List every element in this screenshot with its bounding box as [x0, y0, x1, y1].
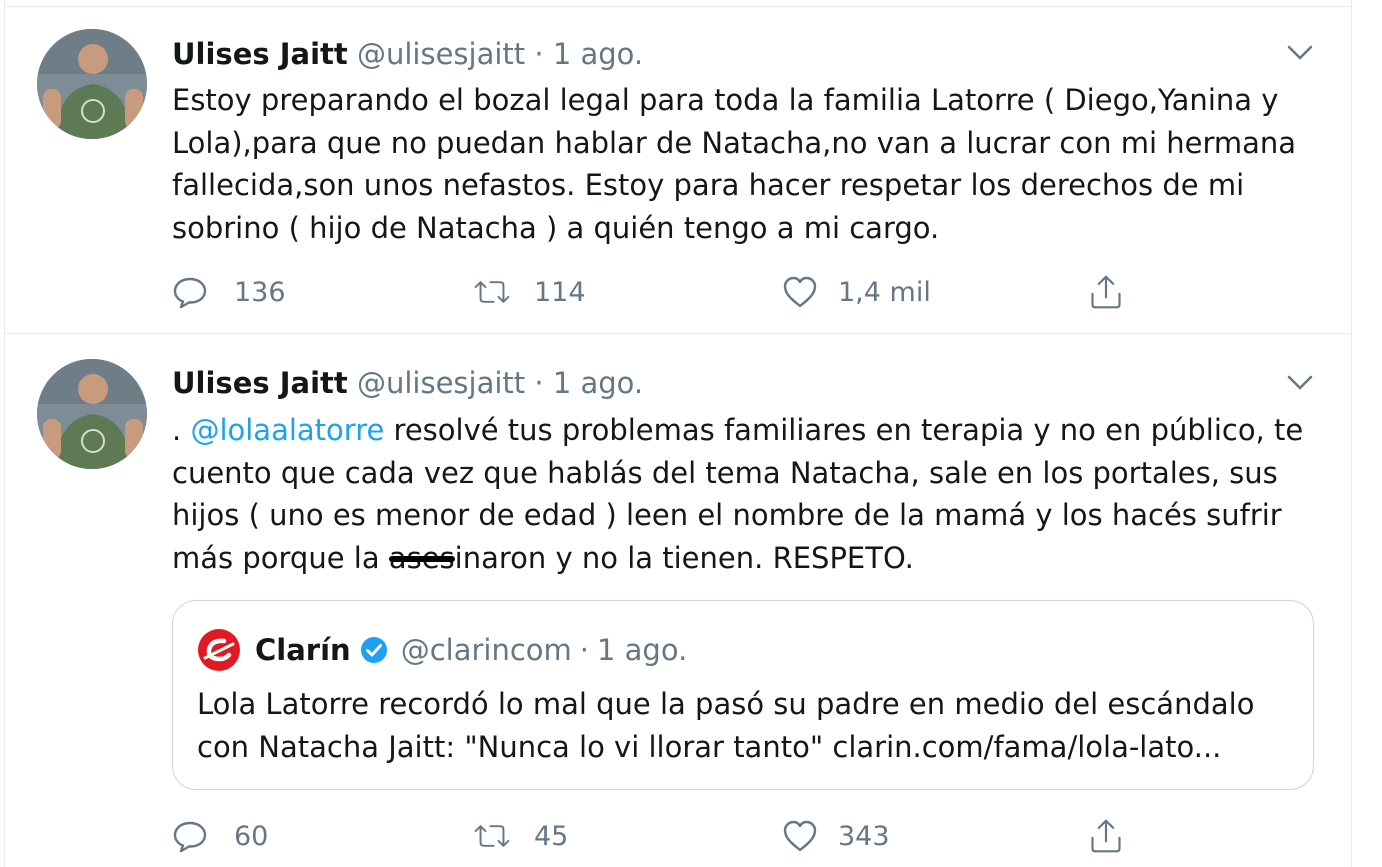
separator: ·	[534, 366, 544, 400]
retweet-button[interactable]: 45	[474, 814, 568, 858]
retweet-icon	[474, 281, 510, 303]
quoted-author-handle[interactable]: @clarincom	[401, 633, 572, 667]
quoted-tweet-text: Lola Latorre recordó lo mal que la pasó …	[197, 687, 1255, 764]
timeline: Ulises Jaitt @ulisesjaitt · 1 ago. Estoy…	[4, 0, 1352, 867]
quoted-tweet-header: Clarín @clarincom · 1 ago.	[197, 627, 687, 673]
reply-button[interactable]: 136	[172, 270, 286, 314]
author-name[interactable]: Ulises Jaitt	[172, 366, 348, 400]
like-button[interactable]: 343	[782, 814, 890, 858]
retweet-button[interactable]: 114	[474, 270, 586, 314]
text-prefix: .	[172, 413, 191, 447]
separator: ·	[534, 37, 544, 71]
tweet-actions: 136 114 1,4 mil	[172, 270, 1172, 314]
retweet-count: 45	[534, 820, 569, 852]
author-handle[interactable]: @ulisesjaitt	[357, 37, 525, 71]
like-button[interactable]: 1,4 mil	[782, 270, 931, 314]
timestamp[interactable]: 1 ago.	[553, 366, 643, 400]
tweet-header: Ulises Jaitt @ulisesjaitt · 1 ago.	[172, 363, 643, 403]
share-button[interactable]	[1088, 270, 1124, 314]
avatar[interactable]	[37, 29, 147, 139]
tweet[interactable]: Ulises Jaitt @ulisesjaitt · 1 ago. Estoy…	[5, 7, 1351, 334]
tweet[interactable]: Ulises Jaitt @ulisesjaitt · 1 ago. . @lo…	[5, 334, 1351, 867]
like-icon	[783, 820, 817, 852]
quoted-tweet[interactable]: Clarín @clarincom · 1 ago. Lola Latorre …	[172, 600, 1314, 790]
chevron-down-icon[interactable]	[1285, 37, 1315, 67]
like-count: 343	[838, 820, 890, 852]
clarin-logo[interactable]	[197, 628, 241, 672]
tweet-actions: 60 45 343	[172, 814, 1172, 858]
author-handle[interactable]: @ulisesjaitt	[357, 366, 525, 400]
like-icon	[783, 276, 817, 308]
author-name[interactable]: Ulises Jaitt	[172, 37, 348, 71]
reply-button[interactable]: 60	[172, 814, 268, 858]
chevron-down-icon[interactable]	[1285, 367, 1315, 397]
share-button[interactable]	[1088, 814, 1124, 858]
redaction-scribble: ases	[389, 537, 455, 580]
reply-icon	[173, 821, 207, 853]
share-icon	[1091, 275, 1121, 309]
timestamp[interactable]: 1 ago.	[553, 37, 643, 71]
quoted-author-name[interactable]: Clarín	[255, 633, 351, 667]
like-count: 1,4 mil	[838, 276, 931, 308]
retweet-count: 114	[534, 276, 586, 308]
reply-icon	[173, 277, 207, 309]
share-icon	[1091, 819, 1121, 853]
verified-icon	[360, 637, 387, 663]
avatar[interactable]	[37, 359, 147, 469]
mention-link[interactable]: @lolaalatorre	[190, 413, 384, 447]
reply-count: 136	[234, 276, 286, 308]
retweet-icon	[474, 825, 510, 847]
tweet-text: . @lolaalatorre resolvé tus problemas fa…	[172, 409, 1322, 579]
separator: ·	[579, 633, 589, 667]
text-part: inaron y no la tienen. RESPETO.	[454, 540, 914, 575]
quoted-timestamp[interactable]: 1 ago.	[597, 633, 687, 667]
reply-count: 60	[234, 820, 269, 852]
tweet-header: Ulises Jaitt @ulisesjaitt · 1 ago.	[172, 34, 643, 74]
tweet-text: Estoy preparando el bozal legal para tod…	[172, 83, 1297, 245]
